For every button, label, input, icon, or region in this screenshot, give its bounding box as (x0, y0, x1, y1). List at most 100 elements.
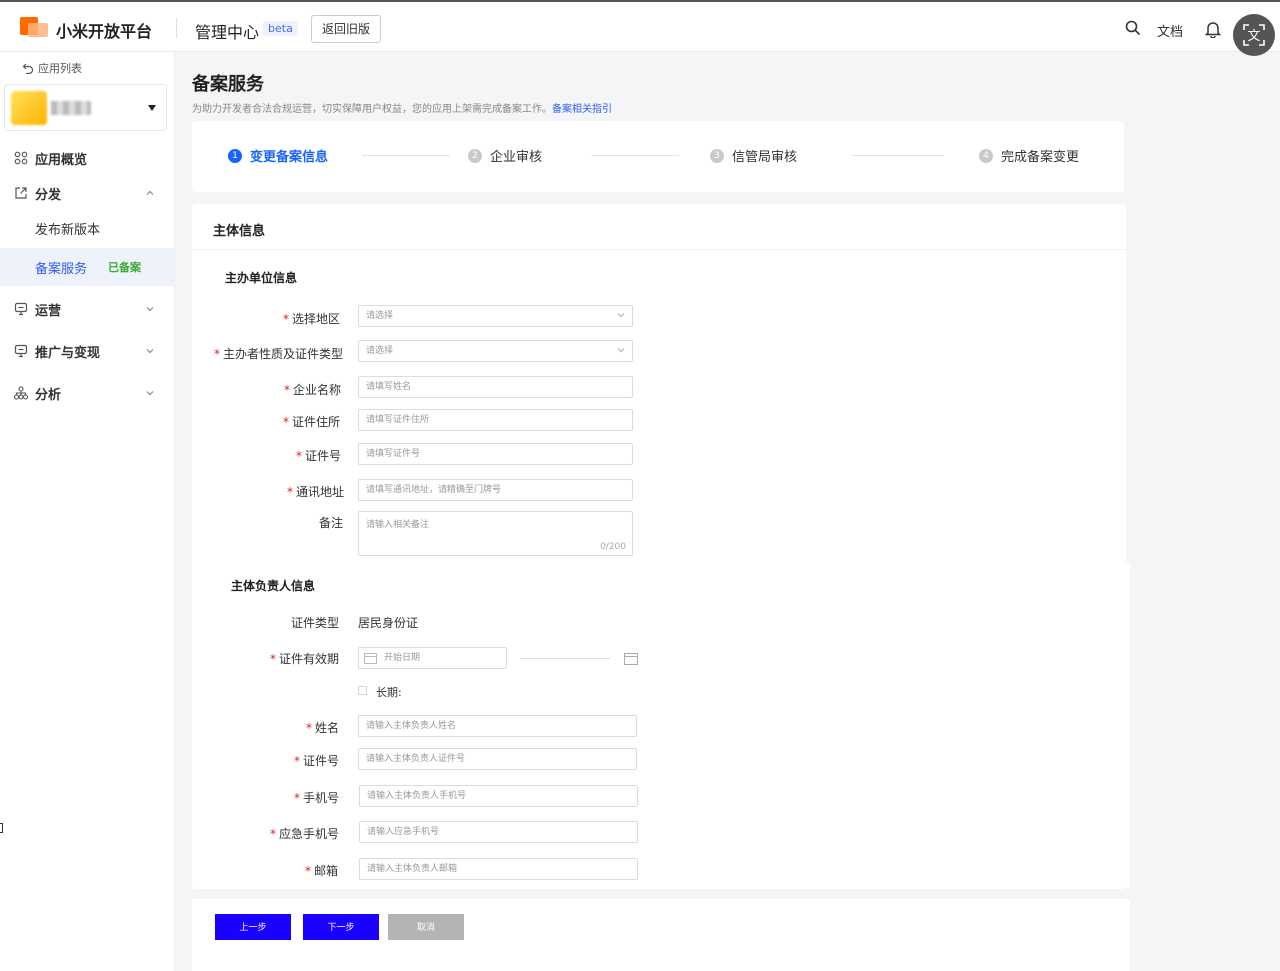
sidebar-item-analytics[interactable]: 分析 (0, 375, 175, 411)
sidebar-item-promotion[interactable]: 推广与变现 (0, 333, 175, 369)
label-text: 主办者性质及证件类型 (222, 347, 343, 361)
placeholder: 请选择 (366, 346, 394, 356)
search-icon[interactable] (1125, 20, 1141, 36)
app-selector[interactable] (4, 84, 167, 131)
emergency-phone-input[interactable]: 请输入应急手机号 (359, 821, 638, 843)
app-list-link[interactable]: 应用列表 (22, 60, 82, 76)
field-label-email: * 邮箱 (304, 864, 338, 878)
step-2: 2 企业审核 (468, 146, 542, 165)
beta-badge: beta (263, 21, 298, 36)
placeholder: 请选择 (366, 311, 394, 321)
app-name-redacted (51, 101, 91, 115)
sidebar: 应用列表 应用概览 分发 发布新版本 备案服务 已备案 运营 推广与变现 分析 (0, 52, 175, 971)
description-text: 为助力开发者合法合规运营，切实保障用户权益，您的应用上架需完成备案工作。 (192, 104, 552, 115)
start-date-picker[interactable]: 开始日期 (358, 647, 507, 669)
step-label: 企业审核 (490, 150, 543, 165)
mailing-address-input[interactable]: 请填写通讯地址，请精确至门牌号 (358, 479, 633, 501)
char-count: 0/200 (600, 542, 626, 552)
cert-number-input[interactable]: 请填写证件号 (358, 443, 633, 465)
admin-title: 管理中心 (195, 23, 260, 42)
divider (176, 18, 177, 38)
calendar-icon (364, 653, 377, 664)
steps-card: 1 变更备案信息 2 企业审核 3 信管局审核 4 完成备案变更 (192, 121, 1124, 192)
chevron-down-icon (617, 313, 625, 318)
field-label-region: * 选择地区 (282, 312, 340, 326)
back-arrow-icon (22, 63, 34, 74)
label-text: 手机号 (302, 791, 339, 805)
long-term-checkbox[interactable] (358, 686, 367, 695)
next-step-button[interactable]: 下一步 (303, 914, 379, 940)
field-label-person-cert-number: * 证件号 (293, 754, 339, 768)
label-text: 证件号 (302, 754, 339, 768)
logo-icon[interactable] (20, 17, 48, 39)
step-connector (852, 155, 944, 156)
brand-name[interactable]: 小米开放平台 (56, 18, 152, 42)
step-4: 4 完成备案变更 (979, 146, 1079, 165)
label-text: 备注 (318, 516, 343, 530)
label-text: 邮箱 (313, 864, 338, 878)
card-header: 主体信息 (192, 204, 1126, 250)
step-connector (591, 155, 679, 156)
label-text: 姓名 (314, 721, 339, 735)
sidebar-item-operations[interactable]: 运营 (0, 291, 175, 327)
person-phone-input[interactable]: 请输入主体负责人手机号 (359, 785, 638, 807)
step-1: 1 变更备案信息 (228, 146, 328, 165)
section-title-responsible-person: 主体负责人信息 (231, 579, 316, 593)
cert-address-input[interactable]: 请填写证件住所 (358, 409, 633, 431)
label-text: 证件住所 (291, 415, 340, 429)
prev-step-button[interactable]: 上一步 (215, 914, 291, 940)
docs-link[interactable]: 文档 (1157, 21, 1183, 40)
page-description: 为助力开发者合法合规运营，切实保障用户权益，您的应用上架需完成备案工作。备案相关… (192, 100, 612, 115)
field-label-validity: * 证件有效期 (269, 652, 339, 666)
bell-icon[interactable] (1205, 20, 1221, 38)
label-text: 证件有效期 (278, 652, 339, 666)
label-text: 通讯地址 (295, 485, 344, 499)
sidebar-item-publish-version[interactable]: 发布新版本 (0, 209, 175, 247)
host-type-select[interactable]: 请选择 (358, 340, 633, 362)
section-title-host-unit: 主办单位信息 (225, 271, 298, 285)
person-name-input[interactable]: 请输入主体负责人姓名 (358, 715, 637, 737)
translate-button[interactable]: 文 (1233, 14, 1275, 56)
translate-icon: 文 (1243, 24, 1265, 46)
sidebar-item-overview[interactable]: 应用概览 (0, 140, 175, 176)
sidebar-item-label: 备案服务 (35, 261, 88, 277)
sidebar-item-filing-service[interactable]: 备案服务 已备案 (0, 248, 175, 286)
sidebar-item-distribution[interactable]: 分发 (0, 175, 175, 211)
field-label-cert-type: 证件类型 (290, 616, 339, 630)
field-label-emergency-phone: * 应急手机号 (269, 827, 339, 841)
calendar-icon[interactable] (624, 652, 638, 665)
field-label-remarks: 备注 (319, 514, 343, 531)
label-text: 企业名称 (292, 383, 341, 397)
sidebar-item-label: 推广与变现 (35, 345, 101, 361)
company-name-input[interactable]: 请填写姓名 (358, 376, 633, 398)
page-title: 备案服务 (192, 74, 264, 95)
svg-text:文: 文 (1247, 29, 1260, 44)
grid-icon (14, 151, 28, 165)
top-bar: 小米开放平台 管理中心 beta 返回旧版 文档 文 (0, 0, 1280, 56)
chevron-down-icon (146, 307, 154, 312)
chevron-down-icon (146, 391, 154, 396)
share-icon (15, 187, 27, 199)
monitor-icon (14, 302, 28, 316)
step-label: 信管局审核 (732, 150, 798, 165)
person-email-input[interactable]: 请输入主体负责人邮箱 (359, 858, 638, 880)
placeholder: 开始日期 (384, 653, 421, 663)
region-select[interactable]: 请选择 (358, 305, 633, 327)
back-to-old-button[interactable]: 返回旧版 (311, 15, 382, 43)
filing-guide-link[interactable]: 备案相关指引 (552, 104, 612, 115)
remarks-textarea[interactable]: 请输入相关备注 0/200 (358, 511, 633, 556)
step-connector (362, 155, 450, 156)
sidebar-item-label: 发布新版本 (35, 222, 101, 238)
person-cert-number-input[interactable]: 请输入主体负责人证件号 (358, 748, 637, 770)
field-label-host-type: * 主办者性质及证件类型 (213, 347, 343, 361)
field-label-phone: * 手机号 (293, 791, 339, 805)
cancel-button[interactable]: 取消 (388, 914, 464, 940)
chevron-down-icon (617, 348, 625, 353)
card-title: 主体信息 (213, 224, 266, 239)
step-label: 完成备案变更 (1001, 150, 1080, 165)
hierarchy-icon (14, 386, 28, 400)
cert-type-value: 居民身份证 (358, 616, 419, 630)
step-number: 2 (468, 148, 482, 163)
long-term-label: 长期: (376, 686, 402, 699)
field-label-cert-address: * 证件住所 (282, 415, 340, 429)
